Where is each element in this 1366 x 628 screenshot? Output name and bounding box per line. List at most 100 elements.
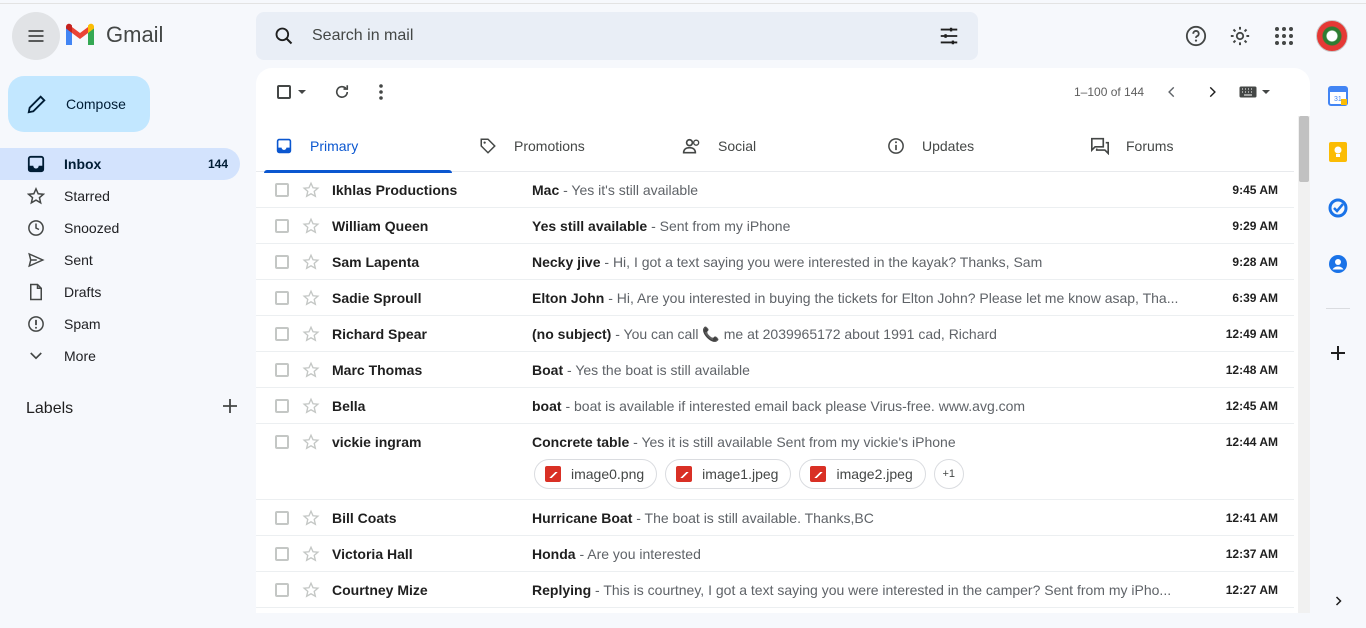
sidebar-item-spam[interactable]: Spam	[0, 308, 240, 340]
settings-gear-icon[interactable]	[1224, 20, 1256, 52]
row-checkbox[interactable]	[275, 583, 289, 597]
sidebar-item-label: Drafts	[64, 284, 102, 300]
email-row[interactable]: Richard Spear (no subject) - You can cal…	[256, 316, 1294, 352]
tab-label: Forums	[1126, 138, 1174, 154]
star-icon[interactable]	[302, 361, 320, 379]
star-icon[interactable]	[302, 509, 320, 527]
sidebar-item-label: Spam	[64, 316, 101, 332]
search-bar[interactable]	[256, 12, 978, 60]
email-subject: (no subject)	[532, 326, 612, 342]
sidebar-item-drafts[interactable]: Drafts	[0, 276, 240, 308]
row-checkbox[interactable]	[275, 255, 289, 269]
more-vert-icon[interactable]	[374, 80, 388, 104]
email-row[interactable]: Marc Thomas Boat - Yes the boat is still…	[256, 352, 1294, 388]
row-checkbox[interactable]	[275, 547, 289, 561]
tab-updates[interactable]: Updates	[868, 120, 1072, 172]
email-row[interactable]: Bella boat - boat is available if intere…	[256, 388, 1294, 424]
star-icon[interactable]	[302, 181, 320, 199]
email-row[interactable]: Courtney Mize Replying - This is courtne…	[256, 572, 1294, 608]
scrollbar[interactable]	[1298, 116, 1310, 613]
row-checkbox[interactable]	[275, 399, 289, 413]
attachment-chip[interactable]: image2.jpeg	[799, 459, 926, 489]
star-icon[interactable]	[302, 253, 320, 271]
tab-promotions[interactable]: Promotions	[460, 120, 664, 172]
email-row[interactable]: Bill Coats Hurricane Boat - The boat is …	[256, 500, 1294, 536]
apps-grid-icon[interactable]	[1268, 20, 1300, 52]
email-snippet: - Hi, Are you interested in buying the t…	[604, 290, 1179, 306]
tasks-app-icon[interactable]	[1326, 196, 1350, 220]
row-checkbox[interactable]	[275, 291, 289, 305]
email-content: Necky jive - Hi, I got a text saying you…	[532, 254, 1192, 270]
add-app-icon[interactable]	[1326, 341, 1350, 365]
tab-social[interactable]: Social	[664, 120, 868, 172]
chevron-left-icon[interactable]	[1162, 80, 1182, 104]
attachment-chip[interactable]: image1.jpeg	[665, 459, 792, 489]
image-file-icon	[676, 466, 693, 482]
email-row[interactable]: Sam Lapenta Necky jive - Hi, I got a tex…	[256, 244, 1294, 280]
email-time: 12:45 AM	[1225, 399, 1278, 413]
email-sender: Marc Thomas	[332, 362, 423, 378]
star-icon[interactable]	[302, 217, 320, 235]
attachment-chip[interactable]: image0.png	[534, 459, 658, 489]
row-checkbox[interactable]	[275, 435, 289, 449]
search-options-icon[interactable]	[920, 25, 978, 47]
sidebar-item-starred[interactable]: Starred	[0, 180, 240, 212]
email-subject: Mac	[532, 182, 560, 198]
chevron-right-icon[interactable]	[1202, 80, 1222, 104]
refresh-icon[interactable]	[332, 80, 352, 104]
input-tools-keyboard-icon[interactable]	[1238, 80, 1272, 104]
search-input[interactable]	[312, 27, 920, 45]
row-checkbox[interactable]	[275, 219, 289, 233]
keep-app-icon[interactable]	[1326, 140, 1350, 164]
compose-button[interactable]: Compose	[8, 76, 150, 132]
expand-panel-chevron-icon[interactable]	[1326, 589, 1350, 613]
select-all-checkbox[interactable]	[274, 80, 310, 104]
email-sender: vickie ingram	[332, 434, 422, 450]
sidebar-nav: Inbox 144 Starred Snoozed Sent Drafts Sp…	[0, 148, 256, 372]
labels-heading: Labels	[26, 399, 74, 417]
star-icon[interactable]	[302, 325, 320, 343]
tab-primary[interactable]: Primary	[256, 120, 460, 173]
sidebar-item-more[interactable]: More	[0, 340, 240, 372]
email-row[interactable]: Sadie Sproull Elton John - Hi, Are you i…	[256, 280, 1294, 316]
help-icon[interactable]	[1180, 20, 1212, 52]
account-avatar[interactable]	[1316, 20, 1348, 52]
email-subject: Yes still available	[532, 218, 648, 234]
star-icon[interactable]	[302, 289, 320, 307]
email-snippet: - You can call 📞 me at 2039965172 about …	[611, 326, 997, 342]
inbox-icon	[26, 154, 46, 174]
row-checkbox[interactable]	[275, 511, 289, 525]
sidebar-item-inbox[interactable]: Inbox 144	[0, 148, 240, 180]
sidebar-item-snoozed[interactable]: Snoozed	[0, 212, 240, 244]
tab-forums[interactable]: Forums	[1072, 120, 1276, 172]
star-icon[interactable]	[302, 545, 320, 563]
scrollbar-thumb[interactable]	[1299, 116, 1309, 182]
app-name: Gmail	[106, 22, 164, 47]
more-attachments-chip[interactable]: +1	[933, 459, 964, 489]
email-sender: William Queen	[332, 218, 429, 234]
email-row[interactable]: vickie ingram Concrete table - Yes it is…	[256, 424, 1294, 500]
row-checkbox[interactable]	[275, 363, 289, 377]
add-label-icon[interactable]	[222, 398, 238, 419]
email-subject: Honda	[532, 546, 576, 562]
contacts-app-icon[interactable]	[1326, 252, 1350, 276]
gmail-logo[interactable]: Gmail	[64, 22, 163, 48]
sidebar-item-sent[interactable]: Sent	[0, 244, 240, 276]
search-icon[interactable]	[256, 26, 312, 46]
main-menu-button[interactable]	[12, 12, 60, 60]
star-icon[interactable]	[302, 433, 320, 451]
star-icon[interactable]	[302, 581, 320, 599]
row-checkbox[interactable]	[275, 183, 289, 197]
sidebar-item-label: Inbox	[64, 156, 102, 172]
sidebar-item-label: Starred	[64, 188, 110, 204]
email-row[interactable]: Victoria Hall Honda - Are you interested…	[256, 536, 1294, 572]
email-snippet: - Hi, I got a text saying you were inter…	[600, 254, 1043, 270]
star-icon[interactable]	[302, 397, 320, 415]
clock-icon	[26, 218, 46, 238]
email-subject: Concrete table	[532, 434, 630, 450]
email-row[interactable]: Ikhlas Productions Mac - Yes it's still …	[256, 172, 1294, 208]
calendar-app-icon[interactable]: 31	[1326, 84, 1350, 108]
email-time: 12:49 AM	[1225, 327, 1278, 341]
email-row[interactable]: William Queen Yes still available - Sent…	[256, 208, 1294, 244]
row-checkbox[interactable]	[275, 327, 289, 341]
